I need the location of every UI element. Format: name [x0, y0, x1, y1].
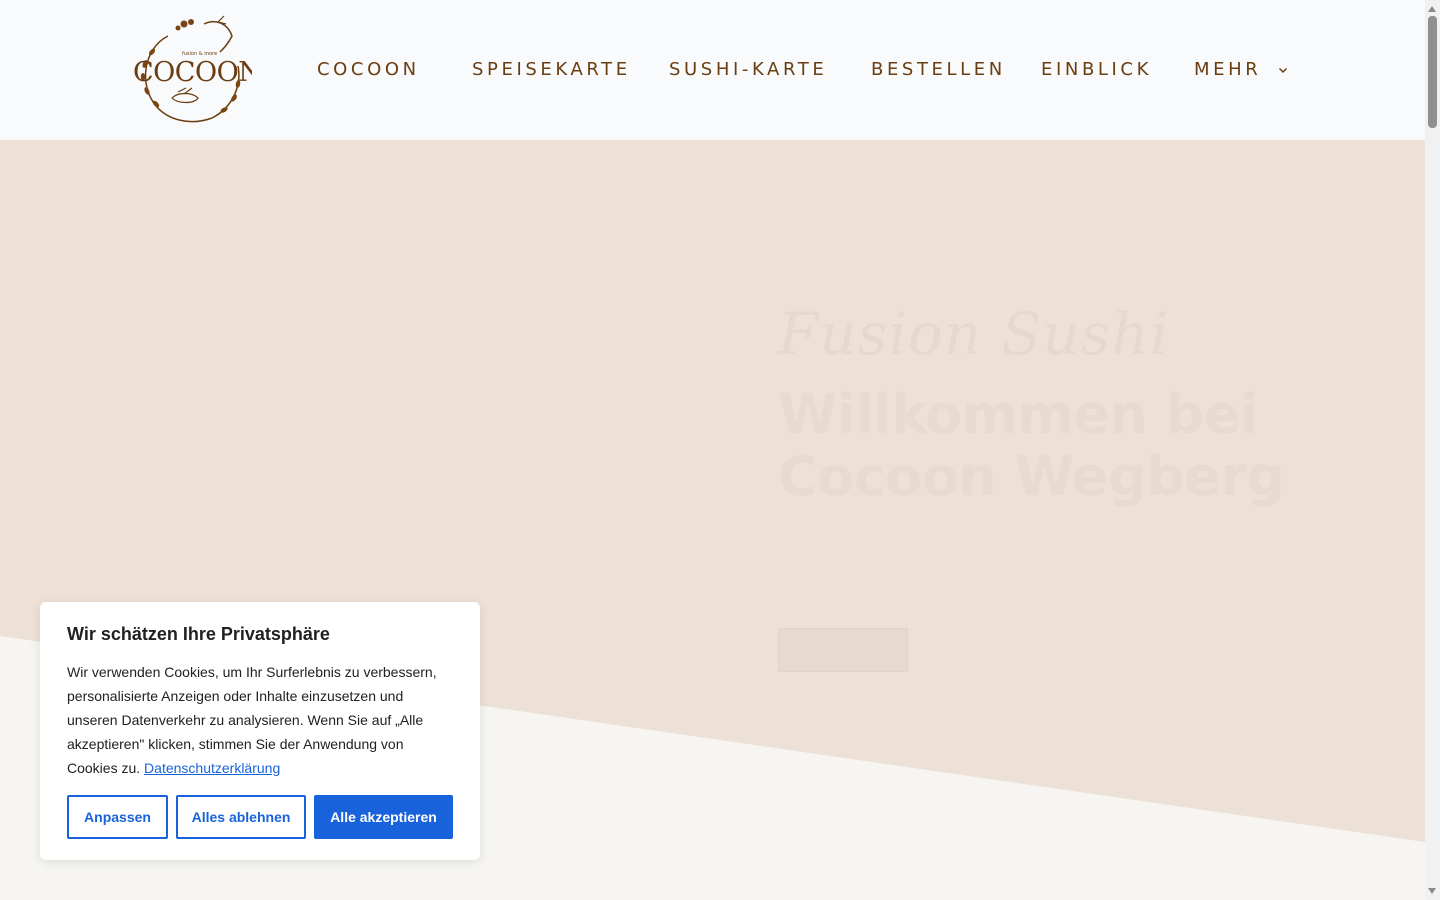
hero-button[interactable] — [778, 628, 908, 672]
nav-item-mehr[interactable]: MEHR — [1194, 58, 1289, 82]
scroll-thumb[interactable] — [1428, 16, 1437, 128]
svg-text:COCOON: COCOON — [133, 57, 252, 88]
nav-item-sushi-karte[interactable]: SUSHI-KARTE — [669, 58, 827, 82]
hero-script-heading: Fusion Sushi — [778, 300, 1170, 368]
nav-item-einblick[interactable]: EINBLICK — [1041, 58, 1152, 82]
page-scrollbar[interactable] — [1425, 0, 1440, 900]
cookie-banner-title: Wir schätzen Ihre Privatsphäre — [67, 624, 330, 644]
accept-all-button[interactable]: Alle akzeptieren — [314, 795, 453, 839]
cookie-banner-text: Wir verwenden Cookies, um Ihr Surferlebn… — [67, 660, 457, 780]
cookie-consent-banner: Wir schätzen Ihre Privatsphäre Wir verwe… — [40, 602, 480, 860]
hero-title: Willkommen bei Cocoon Wegberg — [778, 383, 1285, 508]
scroll-up-arrow-icon[interactable] — [1428, 6, 1436, 12]
nav-item-bestellen[interactable]: BESTELLEN — [871, 58, 1006, 82]
nav-item-speisekarte[interactable]: SPEISEKARTE — [472, 58, 631, 82]
cocoon-logo[interactable]: fusion & more COCOON — [128, 14, 262, 126]
scroll-down-arrow-icon[interactable] — [1428, 888, 1436, 894]
customize-button[interactable]: Anpassen — [67, 795, 168, 839]
chevron-down-icon — [1278, 67, 1287, 74]
nav-item-cocoon[interactable]: COCOON — [317, 58, 420, 82]
reject-all-button[interactable]: Alles ablehnen — [176, 795, 306, 839]
nav-item-mehr-label: MEHR — [1194, 59, 1262, 80]
privacy-policy-link[interactable]: Datenschutzerklärung — [144, 760, 280, 776]
site-header: fusion & more COCOON COCOON SPEISEKARTE … — [0, 0, 1425, 140]
